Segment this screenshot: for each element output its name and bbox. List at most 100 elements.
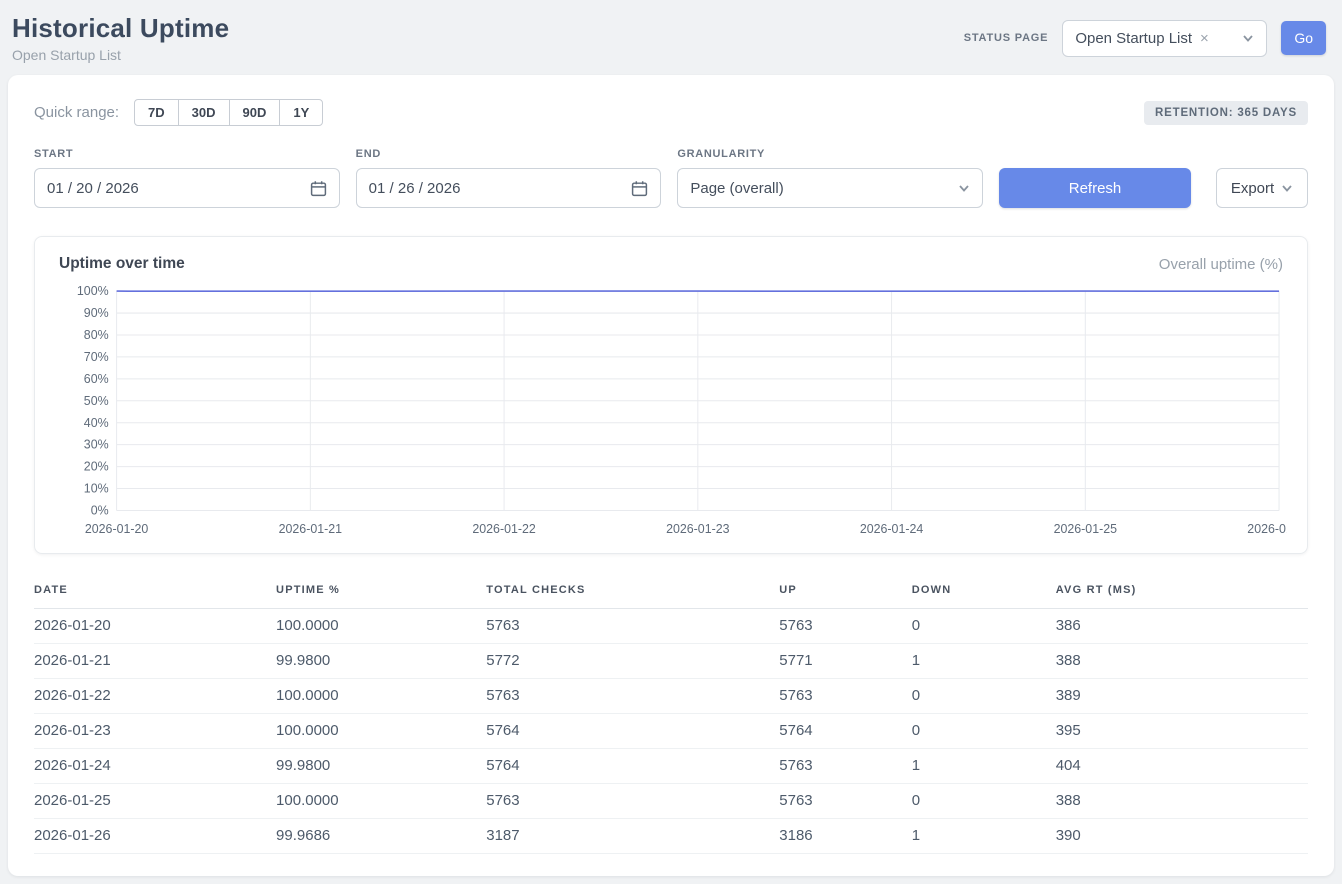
table-cell: 388: [1056, 784, 1308, 819]
table-cell: 2026-01-25: [34, 784, 276, 819]
quick-range-1y[interactable]: 1Y: [279, 99, 323, 126]
uptime-table-section: DATEUPTIME %TOTAL CHECKSUPDOWNAVG RT (MS…: [34, 578, 1308, 860]
table-header-cell: UPTIME %: [276, 578, 486, 609]
filter-form-row: START 01 / 20 / 2026 END 01 / 26 / 2026 …: [34, 148, 1308, 208]
table-header-cell: DATE: [34, 578, 276, 609]
x-axis-tick-label: 2026-01-22: [472, 522, 535, 536]
table-cell: 100.0000: [276, 714, 486, 749]
chart-title: Uptime over time: [59, 255, 185, 273]
y-axis-tick-label: 0%: [91, 503, 109, 517]
table-cell: 2026-01-26: [34, 819, 276, 854]
uptime-chart: 0%10%20%30%40%50%60%70%80%90%100%2026-01…: [55, 283, 1287, 545]
export-button[interactable]: Export: [1216, 168, 1308, 208]
calendar-icon[interactable]: [631, 180, 648, 197]
y-axis-tick-label: 80%: [84, 328, 109, 342]
end-date-value: 01 / 26 / 2026: [369, 180, 461, 197]
granularity-value: Page (overall): [690, 180, 783, 197]
table-row: 2026-01-2199.9800577257711388: [34, 644, 1308, 679]
table-header-cell: TOTAL CHECKS: [486, 578, 779, 609]
refresh-button[interactable]: Refresh: [999, 168, 1191, 208]
table-row: 2026-01-2699.9686318731861390: [34, 819, 1308, 854]
quick-range-label: Quick range:: [34, 104, 119, 121]
clear-icon[interactable]: ×: [1200, 30, 1209, 47]
table-header-cell: DOWN: [912, 578, 1056, 609]
table-cell: 3187: [486, 819, 779, 854]
status-page-value: Open Startup List: [1075, 30, 1192, 47]
page-title: Historical Uptime: [12, 13, 229, 44]
table-cell: 5763: [779, 749, 911, 784]
chart-header: Uptime over time Overall uptime (%): [55, 255, 1287, 283]
page-subtitle: Open Startup List: [12, 47, 229, 63]
table-row: 2026-01-20100.0000576357630386: [34, 609, 1308, 644]
table-cell: 390: [1056, 819, 1308, 854]
table-cell: 100.0000: [276, 679, 486, 714]
table-cell: 100.0000: [276, 784, 486, 819]
granularity-label: GRANULARITY: [677, 148, 983, 160]
start-date-field: START 01 / 20 / 2026: [34, 148, 340, 208]
table-cell: 0: [912, 609, 1056, 644]
quick-range-7d[interactable]: 7D: [134, 99, 179, 126]
table-cell: 1: [912, 749, 1056, 784]
end-date-field: END 01 / 26 / 2026: [356, 148, 662, 208]
table-body: 2026-01-20100.00005763576303862026-01-21…: [34, 609, 1308, 854]
table-header-row: DATEUPTIME %TOTAL CHECKSUPDOWNAVG RT (MS…: [34, 578, 1308, 609]
table-cell: 389: [1056, 679, 1308, 714]
table-row: 2026-01-25100.0000576357630388: [34, 784, 1308, 819]
main-card: Quick range: 7D30D90D1Y RETENTION: 365 D…: [8, 75, 1334, 876]
calendar-icon[interactable]: [310, 180, 327, 197]
quick-range-row: Quick range: 7D30D90D1Y RETENTION: 365 D…: [34, 99, 1308, 126]
table-cell: 404: [1056, 749, 1308, 784]
table-head: DATEUPTIME %TOTAL CHECKSUPDOWNAVG RT (MS…: [34, 578, 1308, 609]
table-cell: 5763: [486, 609, 779, 644]
table-cell: 5763: [486, 679, 779, 714]
table-cell: 0: [912, 679, 1056, 714]
table-cell: 99.9800: [276, 644, 486, 679]
status-page-label: STATUS PAGE: [964, 32, 1049, 44]
quick-range-90d[interactable]: 90D: [229, 99, 281, 126]
table-cell: 0: [912, 784, 1056, 819]
table-cell: 5771: [779, 644, 911, 679]
table-cell: 5764: [486, 714, 779, 749]
x-axis-tick-label: 2026-01-20: [85, 522, 148, 536]
quick-range-segmented: 7D30D90D1Y: [134, 99, 323, 126]
table-row: 2026-01-2499.9800576457631404: [34, 749, 1308, 784]
chevron-down-icon: [1242, 32, 1254, 44]
y-axis-tick-label: 20%: [84, 460, 109, 474]
export-button-label: Export: [1231, 180, 1274, 197]
start-date-input[interactable]: 01 / 20 / 2026: [34, 168, 340, 208]
table-cell: 2026-01-23: [34, 714, 276, 749]
y-axis-tick-label: 90%: [84, 306, 109, 320]
table-cell: 1: [912, 644, 1056, 679]
go-button[interactable]: Go: [1281, 21, 1326, 55]
quick-range-30d[interactable]: 30D: [178, 99, 230, 126]
table-cell: 2026-01-21: [34, 644, 276, 679]
table-cell: 3186: [779, 819, 911, 854]
table-cell: 388: [1056, 644, 1308, 679]
start-date-label: START: [34, 148, 340, 160]
table-cell: 99.9686: [276, 819, 486, 854]
x-axis-tick-label: 2026-01-26: [1247, 522, 1287, 536]
chevron-down-icon: [958, 182, 970, 194]
end-date-input[interactable]: 01 / 26 / 2026: [356, 168, 662, 208]
chart-legend: Overall uptime (%): [1159, 256, 1283, 273]
header-right: STATUS PAGE Open Startup List × Go: [964, 20, 1326, 57]
chevron-down-icon: [1281, 182, 1293, 194]
table-cell: 5763: [779, 784, 911, 819]
table-cell: 395: [1056, 714, 1308, 749]
table-cell: 5764: [486, 749, 779, 784]
granularity-select[interactable]: Page (overall): [677, 168, 983, 208]
table-cell: 386: [1056, 609, 1308, 644]
table-cell: 2026-01-20: [34, 609, 276, 644]
uptime-table: DATEUPTIME %TOTAL CHECKSUPDOWNAVG RT (MS…: [34, 578, 1308, 854]
status-page-select[interactable]: Open Startup List ×: [1062, 20, 1267, 57]
y-axis-tick-label: 40%: [84, 416, 109, 430]
y-axis-tick-label: 100%: [77, 284, 109, 298]
table-row: 2026-01-23100.0000576457640395: [34, 714, 1308, 749]
table-cell: 5763: [486, 784, 779, 819]
uptime-chart-card: Uptime over time Overall uptime (%) 0% 10…: [34, 236, 1308, 554]
header-left: Historical Uptime Open Startup List: [12, 13, 229, 63]
table-cell: 5772: [486, 644, 779, 679]
end-date-label: END: [356, 148, 662, 160]
table-header-cell: AVG RT (MS): [1056, 578, 1308, 609]
table-row: 2026-01-22100.0000576357630389: [34, 679, 1308, 714]
